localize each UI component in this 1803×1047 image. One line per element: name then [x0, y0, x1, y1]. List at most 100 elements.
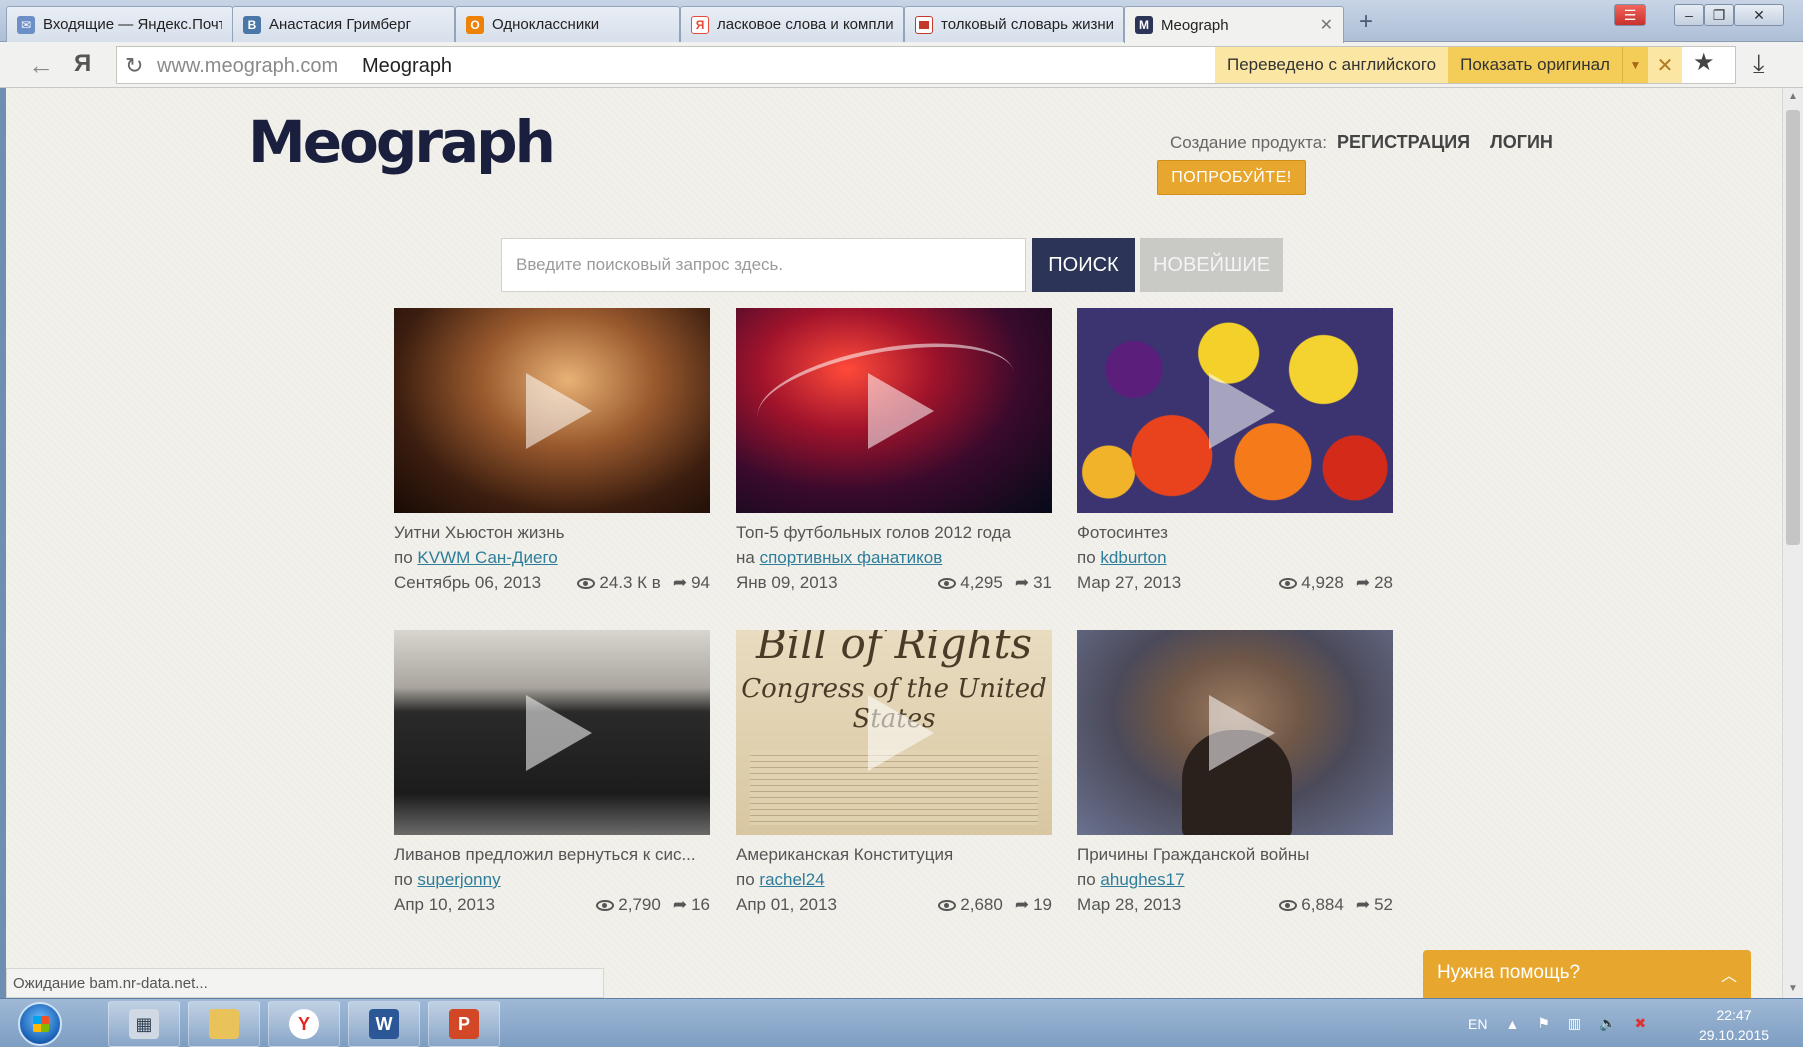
- address-bar[interactable]: ↻ www.meograph.com Meograph Переведено с…: [116, 46, 1736, 84]
- system-clock[interactable]: 22:47 29.10.2015: [1686, 1005, 1782, 1045]
- meograph-logo[interactable]: Meograph: [248, 108, 556, 176]
- video-thumbnail[interactable]: [1077, 630, 1393, 835]
- taskbar-yandex-browser[interactable]: Y: [268, 1001, 340, 1047]
- tab-compliments[interactable]: Я ласковое слова и комплименты: [680, 6, 904, 42]
- show-hidden-icons-icon[interactable]: ▲: [1505, 1016, 1519, 1032]
- tab-close-icon[interactable]: ✕: [1320, 15, 1333, 35]
- video-card[interactable]: Bill of Rights Congress of the United St…: [736, 630, 1052, 915]
- video-thumbnail[interactable]: [736, 308, 1052, 513]
- video-card[interactable]: Ливанов предложил вернуться к сис... по …: [394, 630, 710, 915]
- play-icon[interactable]: [526, 694, 592, 771]
- word-icon: W: [369, 1009, 399, 1039]
- author-prefix: по: [1077, 870, 1096, 889]
- chevron-up-icon[interactable]: ︿: [1721, 962, 1737, 986]
- taskbar-calculator[interactable]: ▦: [108, 1001, 180, 1047]
- video-thumbnail[interactable]: [1077, 308, 1393, 513]
- video-title[interactable]: Уитни Хьюстон жизнь: [394, 523, 710, 543]
- play-icon[interactable]: [1209, 694, 1275, 771]
- try-it-button[interactable]: ПОПРОБУЙТЕ!: [1157, 160, 1306, 195]
- start-button[interactable]: [18, 1002, 62, 1046]
- browser-tab-strip: ✉ Входящие — Яндекс.Почта B Анастасия Гр…: [0, 0, 1803, 43]
- browser-toolbar: ← Я ↻ www.meograph.com Meograph Переведе…: [0, 42, 1803, 88]
- video-title[interactable]: Топ-5 футбольных голов 2012 года: [736, 523, 1052, 543]
- tab-vk[interactable]: B Анастасия Гримберг: [232, 6, 455, 42]
- newest-button[interactable]: НОВЕЙШИЕ: [1140, 238, 1283, 292]
- network-error-icon[interactable]: ✖: [1635, 1015, 1647, 1032]
- share-count: 31: [1033, 573, 1052, 592]
- video-card[interactable]: Фотосинтез по kdburton Мар 27, 2013 4,92…: [1077, 308, 1393, 593]
- author-link[interactable]: KVWM Сан-Диего: [417, 548, 557, 567]
- share-count: 16: [691, 895, 710, 914]
- taskbar-word[interactable]: W: [348, 1001, 420, 1047]
- scroll-down-icon[interactable]: ▼: [1783, 980, 1803, 998]
- tab-dictionary[interactable]: толковый словарь жизни: [904, 6, 1124, 42]
- author-prefix: по: [394, 870, 413, 889]
- video-title[interactable]: Причины Гражданской войны: [1077, 845, 1393, 865]
- browser-menu-button[interactable]: ☰: [1614, 4, 1646, 26]
- restore-button[interactable]: ❐: [1704, 4, 1734, 26]
- share-count: 28: [1374, 573, 1393, 592]
- video-card[interactable]: Причины Гражданской войны по ahughes17 М…: [1077, 630, 1393, 915]
- author-link[interactable]: ahughes17: [1100, 870, 1184, 889]
- scroll-thumb[interactable]: [1786, 110, 1800, 545]
- volume-icon[interactable]: 🔈: [1599, 1015, 1616, 1032]
- video-thumbnail[interactable]: [394, 630, 710, 835]
- author-link[interactable]: rachel24: [759, 870, 824, 889]
- video-thumbnail[interactable]: [394, 308, 710, 513]
- taskbar-powerpoint[interactable]: P: [428, 1001, 500, 1047]
- url-domain: www.meograph.com: [157, 55, 339, 77]
- play-icon[interactable]: [868, 372, 934, 449]
- video-title[interactable]: Фотосинтез: [1077, 523, 1393, 543]
- play-icon[interactable]: [868, 694, 934, 771]
- reload-icon[interactable]: ↻: [125, 53, 143, 79]
- share-icon: ➦: [672, 573, 688, 592]
- tab-mail[interactable]: ✉ Входящие — Яндекс.Почта: [6, 6, 233, 42]
- eye-icon: [596, 900, 615, 911]
- show-original-button[interactable]: Показать оригинал: [1448, 47, 1622, 83]
- author-prefix: по: [394, 548, 413, 567]
- login-link[interactable]: ЛОГИН: [1490, 132, 1553, 153]
- network-icon[interactable]: ▥: [1568, 1015, 1581, 1032]
- yandex-home-button[interactable]: Я: [74, 50, 91, 78]
- vertical-scrollbar[interactable]: ▲ ▼: [1782, 88, 1803, 998]
- scroll-up-icon[interactable]: ▲: [1783, 88, 1803, 106]
- share-count: 19: [1033, 895, 1052, 914]
- register-link[interactable]: РЕГИСТРАЦИЯ: [1337, 132, 1470, 153]
- play-icon[interactable]: [1209, 372, 1275, 449]
- video-title[interactable]: Ливанов предложил вернуться к сис...: [394, 845, 710, 865]
- action-center-icon[interactable]: ⚑: [1537, 1015, 1550, 1032]
- video-thumbnail[interactable]: Bill of Rights Congress of the United St…: [736, 630, 1052, 835]
- help-widget[interactable]: Нужна помощь? ︿: [1423, 950, 1751, 998]
- author-prefix: на: [736, 548, 755, 567]
- page-content: Meograph Создание продукта: РЕГИСТРАЦИЯ …: [6, 88, 1782, 998]
- bookmark-star-icon[interactable]: ★: [1693, 48, 1715, 77]
- video-title[interactable]: Американская Конституция: [736, 845, 1052, 865]
- translate-close-icon[interactable]: ✕: [1648, 53, 1682, 78]
- translated-notice: Переведено с английского: [1227, 55, 1437, 74]
- video-card[interactable]: Уитни Хьюстон жизнь по KVWM Сан-Диего Се…: [394, 308, 710, 593]
- close-icon: ✕: [1753, 6, 1765, 23]
- video-card[interactable]: Топ-5 футбольных голов 2012 года на спор…: [736, 308, 1052, 593]
- search-button[interactable]: ПОИСК: [1032, 238, 1135, 292]
- view-count: 2,790: [618, 895, 661, 914]
- close-window-button[interactable]: ✕: [1734, 4, 1784, 26]
- minimize-button[interactable]: ‒: [1674, 4, 1704, 26]
- back-arrow-icon[interactable]: ←: [28, 50, 54, 81]
- author-link[interactable]: спортивных фанатиков: [760, 548, 943, 567]
- view-count: 24.3 К в: [599, 573, 661, 592]
- author-link[interactable]: superjonny: [417, 870, 500, 889]
- tab-odnoklassniki[interactable]: О Одноклассники: [455, 6, 680, 42]
- translate-dropdown-icon[interactable]: ▼: [1621, 47, 1648, 83]
- taskbar-explorer[interactable]: [188, 1001, 260, 1047]
- author-prefix: по: [736, 870, 755, 889]
- new-tab-button[interactable]: +: [1352, 8, 1380, 36]
- author-link[interactable]: kdburton: [1100, 548, 1166, 567]
- download-icon[interactable]: ⤓: [1753, 48, 1765, 80]
- play-icon[interactable]: [526, 372, 592, 449]
- image-icon: [915, 15, 933, 34]
- view-count: 6,884: [1301, 895, 1344, 914]
- search-input[interactable]: [501, 238, 1026, 292]
- translation-bar: Переведено с английского Показать оригин…: [1215, 47, 1682, 83]
- language-indicator[interactable]: EN: [1468, 1016, 1487, 1032]
- tab-meograph[interactable]: M Meograph ✕: [1124, 6, 1344, 43]
